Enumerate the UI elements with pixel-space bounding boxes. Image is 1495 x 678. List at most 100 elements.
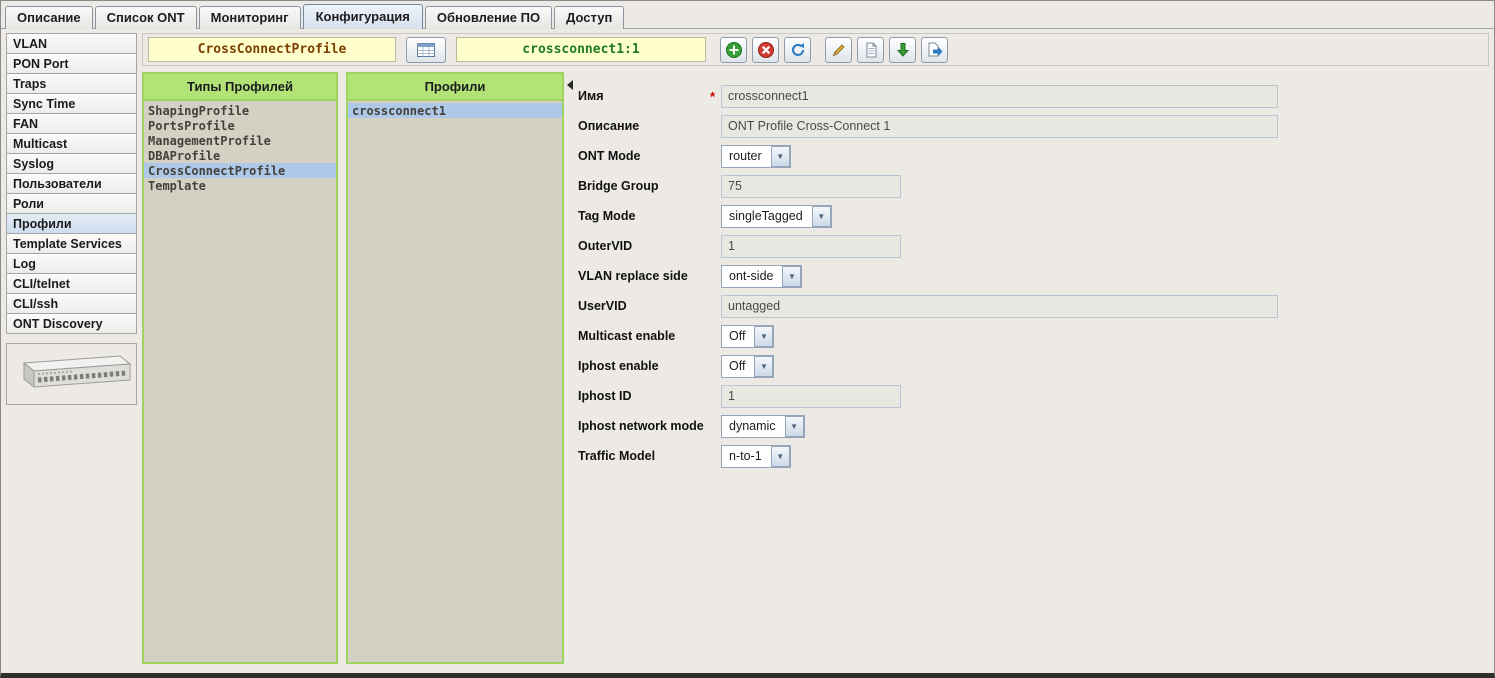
copy-button[interactable] bbox=[857, 37, 884, 63]
form-row-name: Имя* bbox=[578, 81, 1479, 111]
tab-bar: ОписаниеСписок ONTМониторингКонфигурация… bbox=[1, 1, 1494, 29]
sidebar-item-traps[interactable]: Traps bbox=[6, 73, 137, 94]
multicast-enable-select[interactable]: Off▼ bbox=[721, 325, 774, 348]
form-row-traffic-model: Traffic Model n-to-1▼ bbox=[578, 441, 1479, 471]
bridge-group-input[interactable] bbox=[721, 175, 901, 198]
refresh-button[interactable] bbox=[784, 37, 811, 63]
chevron-down-icon: ▼ bbox=[771, 146, 790, 167]
form-row-iphost-enable: Iphost enableOff▼ bbox=[578, 351, 1479, 381]
sidebar-item-cli-telnet[interactable]: CLI/telnet bbox=[6, 273, 137, 294]
form-row-tag-mode: Tag Mode singleTagged▼ bbox=[578, 201, 1479, 231]
chevron-down-icon: ▼ bbox=[812, 206, 831, 227]
field-label-description: Описание bbox=[578, 119, 710, 133]
user-vid-input[interactable] bbox=[721, 295, 1278, 318]
form-row-outer-vid: OuterVID bbox=[578, 231, 1479, 261]
iphost-enable-select[interactable]: Off▼ bbox=[721, 355, 774, 378]
iphost-network-mode-select[interactable]: dynamic▼ bbox=[721, 415, 805, 438]
tab-мониторинг[interactable]: Мониторинг bbox=[199, 6, 301, 29]
sidebar-item-fan[interactable]: FAN bbox=[6, 113, 137, 134]
field-label-tag-mode: Tag Mode bbox=[578, 209, 710, 223]
profile-type-item-managementprofile[interactable]: ManagementProfile bbox=[144, 133, 336, 148]
profile-type-item-portsprofile[interactable]: PortsProfile bbox=[144, 118, 336, 133]
field-label-user-vid: UserVID bbox=[578, 299, 710, 313]
device-image-box bbox=[6, 343, 137, 405]
field-label-traffic-model: Traffic Model bbox=[578, 449, 710, 463]
ont-mode-select[interactable]: router▼ bbox=[721, 145, 791, 168]
sidebar-item-ont-discovery[interactable]: ONT Discovery bbox=[6, 313, 137, 334]
description-input[interactable] bbox=[721, 115, 1278, 138]
field-label-multicast-enable: Multicast enable bbox=[578, 329, 710, 343]
sidebar-item-профили[interactable]: Профили bbox=[6, 213, 137, 234]
profile-table-button[interactable] bbox=[406, 37, 446, 63]
split-pane-divider[interactable] bbox=[564, 72, 576, 664]
export-button[interactable] bbox=[921, 37, 948, 63]
tab-конфигурация[interactable]: Конфигурация bbox=[303, 4, 423, 29]
content-area: VLANPON PortTrapsSync TimeFANMulticastSy… bbox=[1, 29, 1494, 668]
pencil-icon bbox=[830, 41, 848, 59]
tab-доступ[interactable]: Доступ bbox=[554, 6, 624, 29]
add-icon bbox=[725, 41, 743, 59]
profile-types-panel: Типы Профилей ShapingProfilePortsProfile… bbox=[142, 72, 338, 664]
profile-type-item-crossconnectprofile[interactable]: CrossConnectProfile bbox=[144, 163, 336, 178]
tab-список-ont[interactable]: Список ONT bbox=[95, 6, 197, 29]
name-input[interactable] bbox=[721, 85, 1278, 108]
download-button[interactable] bbox=[889, 37, 916, 63]
tab-обновление-по[interactable]: Обновление ПО bbox=[425, 6, 552, 29]
tab-описание[interactable]: Описание bbox=[5, 6, 93, 29]
profile-instance-display: crossconnect1:1 bbox=[456, 37, 706, 62]
profile-types-list[interactable]: ShapingProfilePortsProfileManagementProf… bbox=[144, 101, 336, 662]
traffic-model-value: n-to-1 bbox=[722, 446, 769, 467]
sidebar-item-пользователи[interactable]: Пользователи bbox=[6, 173, 137, 194]
form-row-description: Описание bbox=[578, 111, 1479, 141]
sidebar-item-vlan[interactable]: VLAN bbox=[6, 33, 137, 54]
chevron-down-icon: ▼ bbox=[785, 416, 804, 437]
form-row-user-vid: UserVID bbox=[578, 291, 1479, 321]
add-button[interactable] bbox=[720, 37, 747, 63]
chevron-down-icon: ▼ bbox=[782, 266, 801, 287]
outer-vid-input[interactable] bbox=[721, 235, 901, 258]
sidebar-item-sync-time[interactable]: Sync Time bbox=[6, 93, 137, 114]
sidebar-item-cli-ssh[interactable]: CLI/ssh bbox=[6, 293, 137, 314]
iphost-enable-value: Off bbox=[722, 356, 752, 377]
profile-type-item-shapingprofile[interactable]: ShapingProfile bbox=[144, 103, 336, 118]
form-row-ont-mode: ONT Mode router▼ bbox=[578, 141, 1479, 171]
profile-item-crossconnect1[interactable]: crossconnect1 bbox=[348, 103, 562, 118]
collapse-left-icon[interactable] bbox=[567, 80, 573, 90]
app-window: ОписаниеСписок ONTМониторингКонфигурация… bbox=[0, 0, 1495, 678]
field-label-vlan-replace-side: VLAN replace side bbox=[578, 269, 710, 283]
iphost-id-input[interactable] bbox=[721, 385, 901, 408]
profile-types-header: Типы Профилей bbox=[144, 74, 336, 101]
profiles-header: Профили bbox=[348, 74, 562, 101]
document-icon bbox=[862, 41, 880, 59]
sidebar-item-роли[interactable]: Роли bbox=[6, 193, 137, 214]
profile-type-item-dbaprofile[interactable]: DBAProfile bbox=[144, 148, 336, 163]
sidebar-item-pon-port[interactable]: PON Port bbox=[6, 53, 137, 74]
chevron-down-icon: ▼ bbox=[771, 446, 790, 467]
delete-button[interactable] bbox=[752, 37, 779, 63]
profile-type-item-template[interactable]: Template bbox=[144, 178, 336, 193]
form-row-iphost-network-mode: Iphost network mode dynamic▼ bbox=[578, 411, 1479, 441]
form-row-iphost-id: Iphost ID bbox=[578, 381, 1479, 411]
field-label-bridge-group: Bridge Group bbox=[578, 179, 710, 193]
chevron-down-icon: ▼ bbox=[754, 356, 773, 377]
sidebar-item-log[interactable]: Log bbox=[6, 253, 137, 274]
field-label-ont-mode: ONT Mode bbox=[578, 149, 710, 163]
sidebar-item-template-services[interactable]: Template Services bbox=[6, 233, 137, 254]
delete-icon bbox=[757, 41, 775, 59]
tag-mode-value: singleTagged bbox=[722, 206, 810, 227]
field-label-iphost-network-mode: Iphost network mode bbox=[578, 419, 710, 433]
multicast-enable-value: Off bbox=[722, 326, 752, 347]
vlan-replace-side-value: ont-side bbox=[722, 266, 780, 287]
tag-mode-select[interactable]: singleTagged▼ bbox=[721, 205, 832, 228]
sidebar-item-multicast[interactable]: Multicast bbox=[6, 133, 137, 154]
refresh-icon bbox=[789, 41, 807, 59]
vlan-replace-side-select[interactable]: ont-side▼ bbox=[721, 265, 802, 288]
edit-button[interactable] bbox=[825, 37, 852, 63]
sidebar-item-syslog[interactable]: Syslog bbox=[6, 153, 137, 174]
field-label-outer-vid: OuterVID bbox=[578, 239, 710, 253]
traffic-model-select[interactable]: n-to-1▼ bbox=[721, 445, 791, 468]
chevron-down-icon: ▼ bbox=[754, 326, 773, 347]
form-row-multicast-enable: Multicast enable Off▼ bbox=[578, 321, 1479, 351]
toolbar-button-group bbox=[720, 37, 948, 63]
profiles-list[interactable]: crossconnect1 bbox=[348, 101, 562, 662]
